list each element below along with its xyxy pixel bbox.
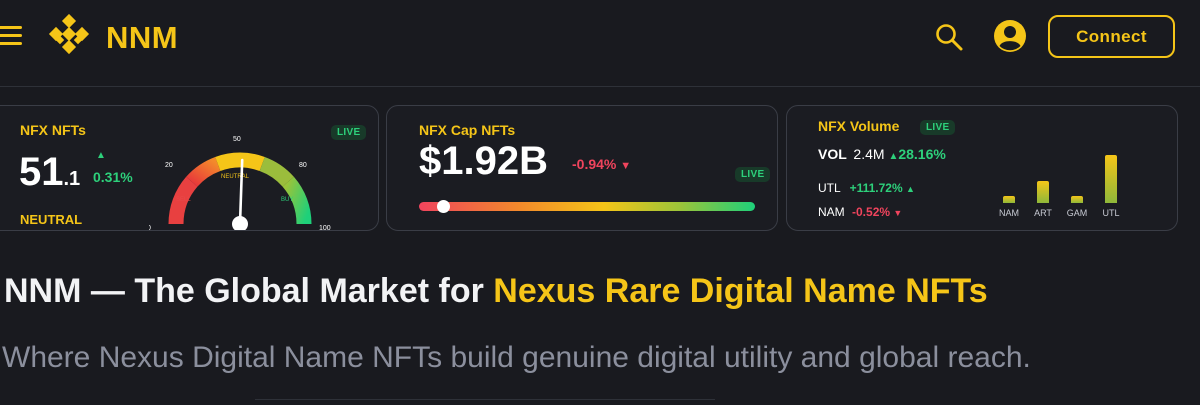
index-value-main: 51 <box>19 150 64 194</box>
cap-slider-track <box>419 202 755 211</box>
volume-bar-utl <box>1105 155 1117 203</box>
nam-row: NAM -0.52% ▼ <box>818 205 902 219</box>
volume-bars: NAM ART GAM UTL <box>992 144 1132 224</box>
gauge-tick-80: 80 <box>299 162 307 169</box>
utl-change: +111.72% <box>849 181 903 195</box>
gauge-hub <box>232 216 248 230</box>
volume-bar-label: GAM <box>1066 208 1088 218</box>
up-arrow-icon: ▲ <box>96 150 106 161</box>
gauge-tick-50: 50 <box>233 136 241 143</box>
volume-bar-gam <box>1071 196 1083 203</box>
volume-card[interactable]: NFX Volume LIVE VOL 2.4M ▲28.16% UTL +11… <box>786 105 1178 231</box>
gauge-tick-0: 0 <box>149 225 151 231</box>
nam-label: NAM <box>818 205 845 219</box>
brand-name[interactable]: NNM <box>106 20 178 56</box>
live-badge: LIVE <box>331 125 367 140</box>
divider <box>255 399 715 400</box>
diamond-logo-icon[interactable] <box>44 13 92 62</box>
down-arrow-icon: ▼ <box>620 160 632 172</box>
volume-line: VOL 2.4M ▲28.16% <box>818 146 946 162</box>
utl-label: UTL <box>818 181 841 195</box>
volume-bar-label: ART <box>1034 208 1052 218</box>
user-circle-icon[interactable] <box>992 18 1028 54</box>
volume-bar-label: NAM <box>999 208 1019 218</box>
volume-bar-label: UTL <box>1102 208 1120 218</box>
hero-title-highlight: Nexus Rare Digital Name NFTs <box>493 272 988 310</box>
volume-bar-art <box>1037 181 1049 203</box>
gauge-zone-sell: SELL <box>176 197 191 203</box>
utl-row: UTL +111.72% ▲ <box>818 181 915 195</box>
down-arrow-icon: ▼ <box>893 208 903 218</box>
live-badge: LIVE <box>735 167 771 182</box>
index-value-decimal: .1 <box>63 168 81 190</box>
hero-title-plain: NNM — The Global Market for <box>4 272 494 310</box>
gauge-needle <box>238 158 244 226</box>
cap-card[interactable]: NFX Cap NFTs $1.92B -0.94% ▼ LIVE <box>386 105 778 231</box>
sentiment-label: NEUTRAL <box>20 212 83 227</box>
volume-change: 28.16% <box>898 146 946 162</box>
volume-bar-nam <box>1003 196 1015 203</box>
gauge-zone-neutral: NEUTRAL <box>221 174 250 180</box>
nam-change: -0.52% <box>852 205 891 219</box>
index-card[interactable]: NFX NFTs 51.1 ▲ 0.31% NEUTRAL 0 20 50 80… <box>0 105 379 231</box>
hero-subtitle: Where Nexus Digital Name NFTs build genu… <box>2 341 1031 374</box>
cap-value: $1.92B <box>419 139 548 183</box>
index-change: 0.31% <box>93 169 133 185</box>
hero-title: NNM — The Global Market for Nexus Rare D… <box>4 272 988 311</box>
live-badge: LIVE <box>920 120 956 135</box>
volume-card-title: NFX Volume <box>818 118 900 134</box>
up-arrow-icon: ▲ <box>888 151 899 162</box>
gauge-zone-buy: BUY <box>281 197 293 203</box>
cap-change-value: -0.94% <box>572 156 617 172</box>
sentiment-gauge: 0 20 50 80 100 SELL NEUTRAL BUY <box>149 136 331 231</box>
connect-button[interactable]: Connect <box>1048 15 1175 58</box>
index-card-title: NFX NFTs <box>20 122 86 138</box>
top-header: NNM Connect <box>0 0 1200 87</box>
hamburger-icon[interactable] <box>0 24 22 48</box>
index-value: 51.1 <box>19 150 80 195</box>
volume-label: VOL <box>818 146 847 162</box>
cap-slider-thumb[interactable] <box>436 200 450 213</box>
search-icon[interactable] <box>934 22 964 52</box>
cap-change: -0.94% ▼ <box>572 156 631 172</box>
gauge-tick-100: 100 <box>319 225 331 231</box>
cap-card-title: NFX Cap NFTs <box>419 122 516 138</box>
gauge-tick-20: 20 <box>165 162 173 169</box>
volume-value: 2.4M <box>853 146 885 162</box>
up-arrow-icon: ▲ <box>905 184 915 194</box>
